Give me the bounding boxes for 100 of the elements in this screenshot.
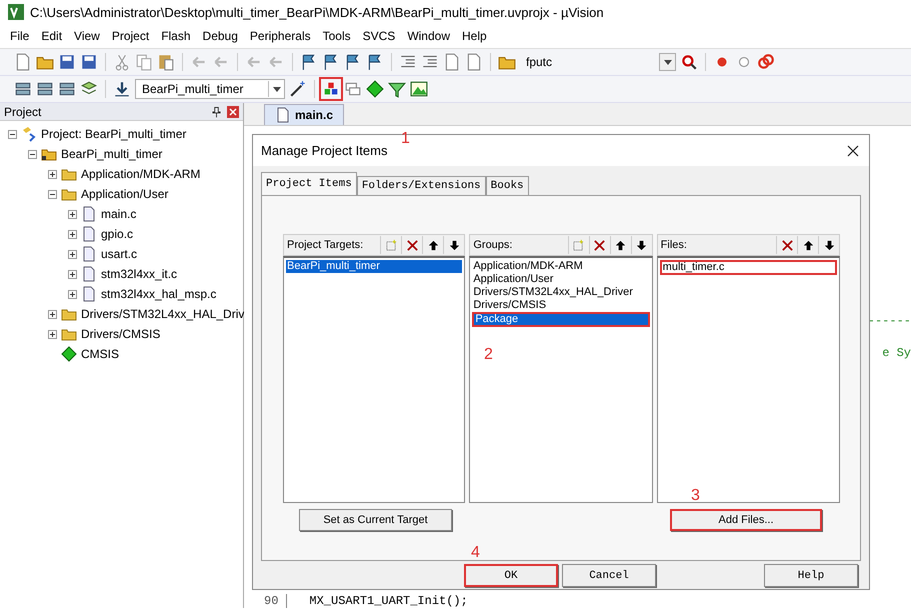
list-item[interactable]: Drivers/CMSIS bbox=[472, 299, 650, 312]
menu-item[interactable]: Project bbox=[106, 29, 156, 43]
code-text: e Sy bbox=[882, 346, 911, 360]
document-icon[interactable] bbox=[14, 53, 32, 71]
dialog-tab[interactable]: Books bbox=[486, 176, 529, 195]
arrow-down-icon[interactable] bbox=[448, 238, 461, 252]
close-icon[interactable] bbox=[847, 144, 859, 156]
clipboard-icon[interactable] bbox=[157, 53, 175, 71]
project-icon bbox=[21, 126, 37, 142]
file-icon bbox=[81, 246, 97, 262]
arrow-down-icon[interactable] bbox=[635, 238, 648, 252]
magnifier-icon[interactable] bbox=[680, 53, 698, 71]
delete-icon[interactable] bbox=[406, 238, 419, 252]
rings-icon[interactable] bbox=[757, 53, 775, 71]
list-item[interactable]: Package bbox=[472, 312, 650, 327]
menu-item[interactable]: Peripherals bbox=[244, 29, 317, 43]
floppy-icon[interactable] bbox=[58, 53, 76, 71]
stacked-boxes-icon[interactable] bbox=[36, 80, 54, 98]
magic-wand-icon[interactable] bbox=[289, 80, 307, 98]
collapse-icon[interactable] bbox=[8, 130, 17, 138]
tree-item[interactable]: Drivers/CMSIS bbox=[81, 327, 160, 341]
dialog-button[interactable]: OK bbox=[464, 564, 558, 587]
menu-item[interactable]: File bbox=[4, 29, 36, 43]
tree-item[interactable]: Drivers/STM32L4xx_HAL_Driv bbox=[81, 307, 244, 321]
step-number: 4 bbox=[471, 545, 480, 561]
menu-item[interactable]: SVCS bbox=[356, 29, 402, 43]
collapse-icon[interactable] bbox=[48, 190, 57, 198]
panel-title: Project bbox=[4, 104, 42, 118]
file-icon bbox=[81, 226, 97, 242]
dialog-tab[interactable]: Folders/Extensions bbox=[356, 176, 486, 195]
code-text: MX_USART1_UART_Init(); bbox=[309, 594, 468, 608]
mountain-icon[interactable] bbox=[410, 80, 428, 98]
arrow-up-icon[interactable] bbox=[802, 238, 814, 252]
list-label: Files: bbox=[660, 239, 687, 251]
delete-icon[interactable] bbox=[593, 238, 606, 252]
tree-item[interactable]: Application/User bbox=[81, 187, 168, 201]
tree-item[interactable]: usart.c bbox=[101, 247, 138, 261]
document-icon[interactable] bbox=[465, 53, 483, 71]
expand-icon[interactable] bbox=[48, 170, 57, 178]
tree-item[interactable]: main.c bbox=[101, 207, 136, 221]
tree-item[interactable]: BearPi_multi_timer bbox=[61, 147, 162, 161]
menu-item[interactable]: Edit bbox=[35, 29, 68, 43]
dialog-title: Manage Project Items bbox=[261, 143, 388, 158]
chevron-down-icon bbox=[272, 86, 280, 92]
menu-item[interactable]: View bbox=[68, 29, 106, 43]
colored-blocks-icon[interactable] bbox=[322, 80, 340, 98]
expand-icon[interactable] bbox=[68, 230, 77, 238]
menu-item[interactable]: Flash bbox=[155, 29, 197, 43]
download-icon[interactable] bbox=[113, 80, 131, 98]
tree-item[interactable]: Project: BearPi_multi_timer bbox=[41, 127, 186, 141]
funnel-icon[interactable] bbox=[388, 80, 406, 98]
find-combo[interactable]: fputc bbox=[520, 53, 676, 71]
tree-item[interactable]: CMSIS bbox=[81, 347, 120, 361]
target-combo[interactable]: BearPi_multi_timer bbox=[135, 79, 285, 99]
expand-icon[interactable] bbox=[68, 250, 77, 258]
diamond-icon[interactable] bbox=[366, 80, 384, 98]
add-files-button[interactable]: Add Files... bbox=[670, 509, 822, 531]
windows-icon[interactable] bbox=[344, 80, 362, 98]
collapse-icon[interactable] bbox=[28, 150, 37, 158]
arrow-down-icon[interactable] bbox=[822, 238, 836, 252]
expand-icon[interactable] bbox=[68, 270, 77, 278]
step-number: 1 bbox=[401, 131, 410, 147]
expand-icon[interactable] bbox=[68, 210, 77, 218]
tree-item[interactable]: stm32l4xx_hal_msp.c bbox=[101, 287, 216, 301]
floppy-icon[interactable] bbox=[80, 53, 98, 71]
dialog-button[interactable]: Help bbox=[764, 564, 858, 587]
expand-icon[interactable] bbox=[48, 330, 57, 338]
expand-icon[interactable] bbox=[68, 290, 77, 298]
document-icon[interactable] bbox=[443, 53, 461, 71]
dialog-button[interactable]: Cancel bbox=[562, 564, 656, 587]
list-item[interactable]: multi_timer.c bbox=[660, 260, 837, 275]
menu-item[interactable]: Tools bbox=[316, 29, 357, 43]
menu-item[interactable]: Window bbox=[401, 29, 456, 43]
arrow-up-icon[interactable] bbox=[426, 238, 440, 252]
app-logo-icon bbox=[8, 4, 24, 20]
menu-item[interactable]: Help bbox=[456, 29, 493, 43]
arrow-up-icon[interactable] bbox=[614, 238, 628, 252]
list-item[interactable]: Application/MDK-ARM bbox=[472, 260, 650, 273]
delete-icon[interactable] bbox=[780, 238, 794, 252]
list-item[interactable]: Application/User bbox=[472, 273, 650, 286]
file-icon bbox=[81, 286, 97, 302]
dialog-tab[interactable]: Project Items bbox=[261, 172, 357, 195]
list-item[interactable]: BearPi_multi_timer bbox=[286, 260, 462, 273]
file-icon bbox=[275, 107, 291, 123]
tree-item[interactable]: Application/MDK-ARM bbox=[81, 167, 200, 181]
set-current-target-button[interactable]: Set as Current Target bbox=[299, 509, 452, 531]
pin-icon[interactable] bbox=[212, 106, 221, 118]
new-item-icon[interactable] bbox=[572, 238, 586, 252]
tree-item[interactable]: stm32l4xx_it.c bbox=[101, 267, 178, 281]
diamond-icon bbox=[61, 346, 77, 362]
editor-tab[interactable]: main.c bbox=[264, 104, 344, 125]
tree-item[interactable]: gpio.c bbox=[101, 227, 134, 241]
step-number: 3 bbox=[691, 488, 700, 504]
scissors-icon[interactable] bbox=[113, 53, 131, 71]
stacked-boxes-icon[interactable] bbox=[58, 80, 76, 98]
list-item[interactable]: Drivers/STM32L4xx_HAL_Driver bbox=[472, 286, 650, 299]
new-item-icon[interactable] bbox=[384, 238, 398, 252]
stacked-boxes-icon[interactable] bbox=[14, 80, 32, 98]
expand-icon[interactable] bbox=[48, 310, 57, 318]
menu-item[interactable]: Debug bbox=[196, 29, 244, 43]
